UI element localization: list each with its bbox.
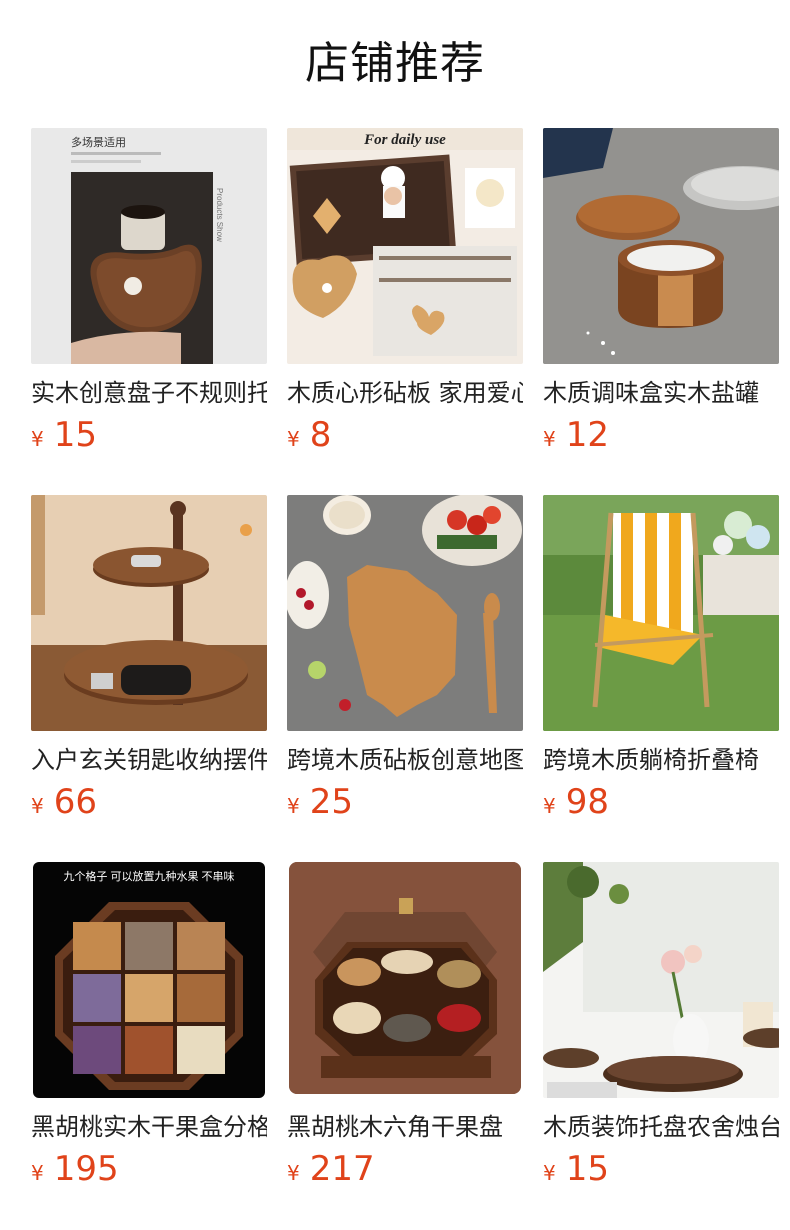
product-image[interactable]: [287, 862, 523, 1098]
price-amount: 98: [565, 782, 609, 822]
currency-symbol: ¥: [287, 794, 300, 818]
image-side-caption: Products Show: [215, 188, 224, 242]
product-card[interactable]: For daily use 木质心形砧板 家用爱心菜板 ¥ 8: [287, 128, 523, 455]
product-price: ¥ 12: [543, 415, 779, 455]
product-card[interactable]: 九个格子 可以放置九种水果 不串味 黑胡桃实木干果盒分格 ¥ 195: [31, 862, 267, 1189]
product-price: ¥ 217: [287, 1149, 523, 1189]
currency-symbol: ¥: [543, 794, 556, 818]
product-price: ¥ 66: [31, 782, 267, 822]
product-image[interactable]: For daily use: [287, 128, 523, 364]
product-card[interactable]: 入户玄关钥匙收纳摆件 ¥ 66: [31, 495, 267, 822]
price-amount: 66: [53, 782, 97, 822]
currency-symbol: ¥: [287, 427, 300, 451]
product-name[interactable]: 跨境木质砧板创意地图: [287, 744, 523, 776]
product-name[interactable]: 跨境木质躺椅折叠椅: [543, 744, 779, 776]
currency-symbol: ¥: [543, 427, 556, 451]
price-amount: 195: [53, 1149, 119, 1189]
price-amount: 8: [309, 415, 332, 455]
product-card[interactable]: 木质调味盒实木盐罐 ¥ 12: [543, 128, 779, 455]
product-card[interactable]: 跨境木质砧板创意地图 ¥ 25: [287, 495, 523, 822]
product-name[interactable]: 木质心形砧板 家用爱心菜板: [287, 377, 523, 409]
product-name[interactable]: 黑胡桃实木干果盒分格: [31, 1111, 267, 1143]
product-name[interactable]: 木质调味盒实木盐罐: [543, 377, 779, 409]
product-price: ¥ 15: [31, 415, 267, 455]
currency-symbol: ¥: [287, 1161, 300, 1185]
product-card[interactable]: 多场景适用 Products Show 实木创意盘子不规则托盘 ¥ 15: [31, 128, 267, 455]
product-card[interactable]: 黑胡桃木六角干果盘 ¥ 217: [287, 862, 523, 1189]
currency-symbol: ¥: [31, 794, 44, 818]
product-name[interactable]: 入户玄关钥匙收纳摆件: [31, 744, 267, 776]
price-amount: 15: [565, 1149, 609, 1189]
product-image[interactable]: 多场景适用 Products Show: [31, 128, 267, 364]
page-title: 店铺推荐: [305, 38, 485, 89]
price-amount: 15: [53, 415, 97, 455]
product-image[interactable]: [543, 128, 779, 364]
image-caption: 多场景适用: [71, 135, 126, 149]
product-image[interactable]: [543, 862, 779, 1098]
product-price: ¥ 8: [287, 415, 523, 455]
product-card[interactable]: 跨境木质躺椅折叠椅 ¥ 98: [543, 495, 779, 822]
product-name[interactable]: 黑胡桃木六角干果盘: [287, 1111, 523, 1143]
product-price: ¥ 15: [543, 1149, 779, 1189]
currency-symbol: ¥: [31, 427, 44, 451]
product-name[interactable]: 实木创意盘子不规则托盘: [31, 377, 267, 409]
product-name[interactable]: 木质装饰托盘农舍烛台: [543, 1111, 779, 1143]
image-caption: For daily use: [363, 132, 446, 148]
product-image[interactable]: [287, 495, 523, 731]
product-image[interactable]: [543, 495, 779, 731]
product-price: ¥ 25: [287, 782, 523, 822]
product-image[interactable]: 九个格子 可以放置九种水果 不串味: [31, 862, 267, 1098]
product-price: ¥ 98: [543, 782, 779, 822]
currency-symbol: ¥: [543, 1161, 556, 1185]
image-caption: 九个格子 可以放置九种水果 不串味: [63, 869, 234, 883]
price-amount: 217: [309, 1149, 375, 1189]
price-amount: 25: [309, 782, 353, 822]
product-card[interactable]: 木质装饰托盘农舍烛台 ¥ 15: [543, 862, 779, 1189]
product-image[interactable]: [31, 495, 267, 731]
currency-symbol: ¥: [31, 1161, 44, 1185]
price-amount: 12: [565, 415, 609, 455]
product-price: ¥ 195: [31, 1149, 267, 1189]
